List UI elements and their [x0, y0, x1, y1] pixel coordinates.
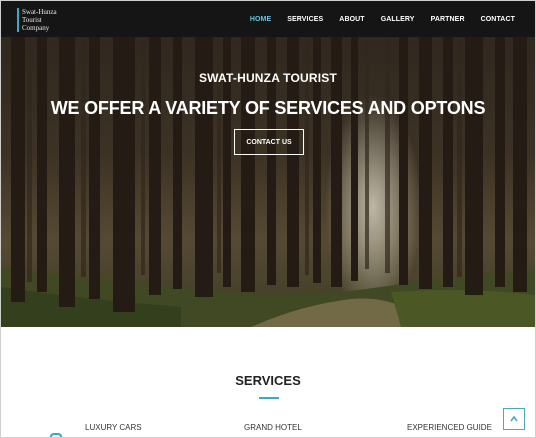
logo-line-3: Company [22, 24, 50, 32]
contact-us-button[interactable]: CONTACT US [234, 129, 304, 155]
chevron-up-icon [510, 415, 518, 422]
service-grand-hotel[interactable]: GRAND HOTEL [204, 423, 302, 438]
nav-item-about[interactable]: ABOUT [339, 16, 364, 23]
nav-item-contact[interactable]: CONTACT [481, 16, 515, 23]
hero-subtitle: SWAT-HUNZA TOURIST [198, 71, 338, 85]
nav-item-gallery[interactable]: GALLERY [381, 16, 415, 23]
heading-underline [259, 397, 279, 399]
top-navbar: Swat-Hunza Tourist Company HOME SERVICES… [1, 1, 535, 37]
scroll-to-top-button[interactable] [503, 408, 525, 430]
nav-item-partner[interactable]: PARTNER [431, 16, 465, 23]
page-frame: Swat-Hunza Tourist Company HOME SERVICES… [0, 0, 536, 438]
hotel-icon [204, 431, 224, 438]
guide-icon [369, 431, 387, 438]
nav-item-services[interactable]: SERVICES [287, 16, 323, 23]
nav-item-home[interactable]: HOME [250, 16, 271, 23]
logo-line-1: Swat-Hunza [22, 8, 57, 16]
hero-title: WE OFFER A VARIETY OF SERVICES AND OPTON… [50, 98, 486, 118]
main-menu: HOME SERVICES ABOUT GALLERY PARTNER CONT… [234, 1, 515, 37]
brand-logo[interactable]: Swat-Hunza Tourist Company [17, 8, 72, 32]
service-label: GRAND HOTEL [244, 423, 302, 432]
service-experienced-guide[interactable]: EXPERIENCED GUIDE [369, 423, 492, 438]
service-luxury-cars[interactable]: LUXURY CARS [47, 423, 142, 437]
logo-line-2: Tourist [22, 16, 42, 24]
services-heading: SERVICES [235, 373, 301, 388]
service-label: LUXURY CARS [85, 423, 142, 432]
car-icon [49, 433, 63, 437]
service-label: EXPERIENCED GUIDE [407, 423, 492, 432]
hero-banner: SWAT-HUNZA TOURIST WE OFFER A VARIETY OF… [1, 37, 535, 327]
